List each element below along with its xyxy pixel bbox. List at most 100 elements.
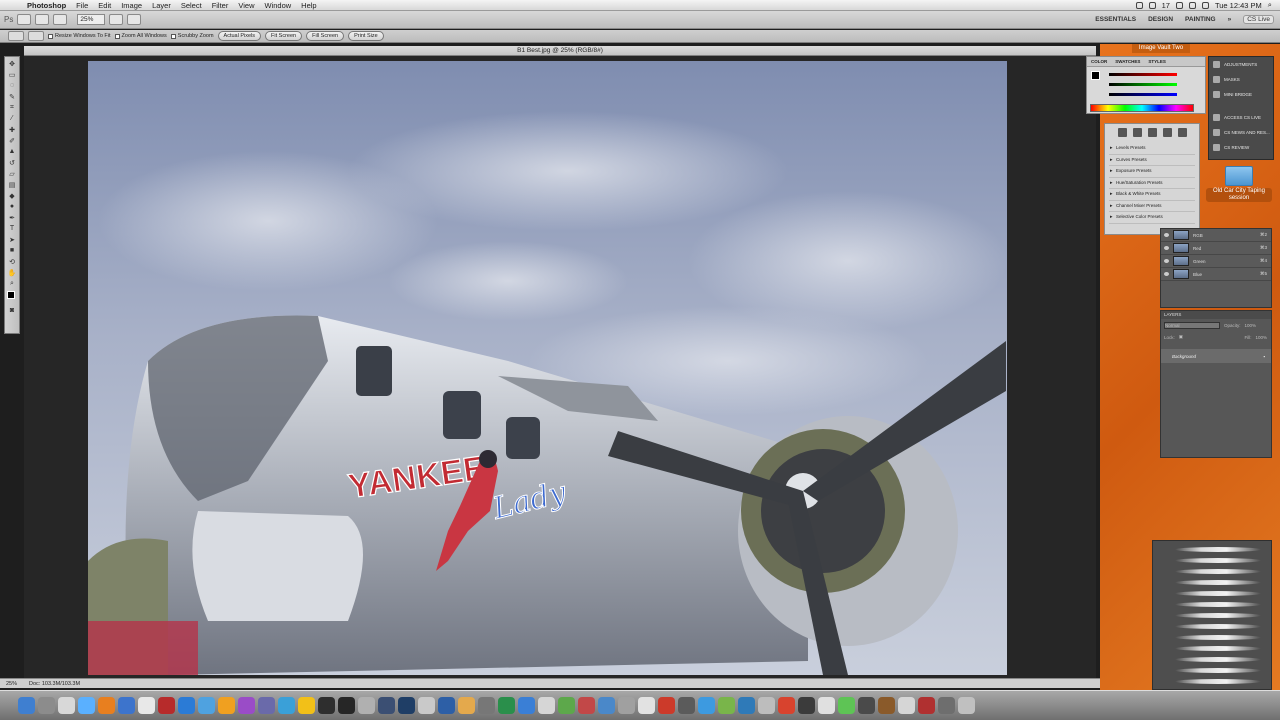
app-dock-icon[interactable] xyxy=(58,697,75,714)
history-brush-tool-icon[interactable]: ↺ xyxy=(6,158,18,167)
crop-tool-icon[interactable]: ⌗ xyxy=(6,103,18,112)
print-size-button[interactable]: Print Size xyxy=(348,31,384,41)
app-dock-icon[interactable] xyxy=(738,697,755,714)
calendar-date[interactable]: 17 xyxy=(1162,1,1170,10)
app-dock-icon[interactable] xyxy=(578,697,595,714)
premiere-dock-icon[interactable] xyxy=(238,697,255,714)
volume-icon[interactable] xyxy=(1188,1,1196,9)
red-slider[interactable] xyxy=(1109,73,1177,76)
preset-channel-mixer[interactable]: Channel Mixer Presets xyxy=(1109,201,1195,212)
3d-rotate-tool-icon[interactable]: ⟲ xyxy=(6,257,18,266)
channel-row-rgb[interactable]: RGB ⌘2 xyxy=(1161,229,1271,242)
fit-screen-button[interactable]: Fit Screen xyxy=(265,31,303,41)
system-prefs-dock-icon[interactable] xyxy=(758,697,775,714)
shape-tool-icon[interactable]: ■ xyxy=(6,246,18,255)
app-dock-icon[interactable] xyxy=(318,697,335,714)
brush-stroke-preview[interactable] xyxy=(1175,558,1261,563)
foreground-color-swatch[interactable] xyxy=(7,291,15,299)
photo-b17-bomber[interactable]: YANKEE Lady xyxy=(88,61,1007,675)
app-dock-icon[interactable] xyxy=(838,697,855,714)
preset-hue-saturation[interactable]: Hue/Saturation Presets xyxy=(1109,178,1195,189)
brush-tool-icon[interactable]: ✐ xyxy=(6,136,18,145)
app-dock-icon[interactable] xyxy=(438,697,455,714)
eye-icon[interactable] xyxy=(1164,272,1169,276)
app-dock-icon[interactable] xyxy=(818,697,835,714)
bluetooth-icon[interactable] xyxy=(1148,1,1156,9)
app-dock-icon[interactable] xyxy=(178,697,195,714)
app-dock-icon[interactable] xyxy=(278,697,295,714)
cs-live-button[interactable]: CS Live xyxy=(1243,15,1274,24)
app-dock-icon[interactable] xyxy=(918,697,935,714)
status-doc-size[interactable]: Doc: 103.3M/103.3M xyxy=(29,681,80,687)
panel-masks[interactable]: MASKS xyxy=(1209,72,1273,87)
actual-pixels-button[interactable]: Actual Pixels xyxy=(217,31,262,41)
resize-windows-checkbox[interactable]: Resize Windows To Fit xyxy=(48,33,111,39)
menu-help[interactable]: Help xyxy=(296,0,321,11)
menu-select[interactable]: Select xyxy=(176,0,207,11)
launch-minibridge-button[interactable] xyxy=(35,14,50,25)
menu-layer[interactable]: Layer xyxy=(147,0,176,11)
app-dock-icon[interactable] xyxy=(478,697,495,714)
blend-mode-select[interactable]: Normal xyxy=(1164,321,1220,329)
document-tab[interactable]: B1 Best.jpg @ 25% (RGB/8#) xyxy=(24,46,1096,56)
color-swatches[interactable] xyxy=(6,290,18,304)
app-dock-icon[interactable] xyxy=(558,697,575,714)
launch-bridge-button[interactable] xyxy=(17,14,32,25)
brush-stroke-preview[interactable] xyxy=(1175,646,1261,651)
fill-screen-button[interactable]: Fill Screen xyxy=(306,31,345,41)
eye-icon[interactable] xyxy=(1164,259,1169,263)
panel-cs-news[interactable]: CS NEWS AND RES... xyxy=(1209,125,1273,140)
desktop-window-title[interactable]: Image Vault Two xyxy=(1132,44,1190,53)
pen-tool-icon[interactable]: ✒ xyxy=(6,213,18,222)
quick-select-tool-icon[interactable]: ✎ xyxy=(6,92,18,101)
app-dock-icon[interactable] xyxy=(518,697,535,714)
preset-levels[interactable]: Levels Presets xyxy=(1109,143,1195,155)
app-dock-icon[interactable] xyxy=(218,697,235,714)
lock-icon[interactable]: ▣ xyxy=(1179,334,1183,340)
app-dock-icon[interactable] xyxy=(938,697,955,714)
channel-row-red[interactable]: Red ⌘3 xyxy=(1161,242,1271,255)
channel-row-blue[interactable]: Blue ⌘5 xyxy=(1161,268,1271,281)
scrubby-zoom-checkbox[interactable]: Scrubby Zoom xyxy=(170,33,214,39)
layer-row-background[interactable]: Background ▪ xyxy=(1161,349,1271,363)
app-dock-icon[interactable] xyxy=(638,697,655,714)
app-dock-icon[interactable] xyxy=(858,697,875,714)
tab-swatches[interactable]: SWATCHES xyxy=(1115,59,1140,64)
clone-stamp-tool-icon[interactable]: ▲ xyxy=(6,147,18,156)
app-dock-icon[interactable] xyxy=(878,697,895,714)
eye-icon[interactable] xyxy=(1164,246,1169,250)
menu-clock[interactable]: Tue 12:43 PM xyxy=(1215,1,1262,10)
app-dock-icon[interactable] xyxy=(338,697,355,714)
preset-selective-color[interactable]: Selective Color Presets xyxy=(1109,212,1195,224)
color-fg-swatch[interactable] xyxy=(1091,71,1100,80)
brush-stroke-preview[interactable] xyxy=(1175,547,1261,552)
lasso-tool-icon[interactable]: ◌ xyxy=(6,81,18,90)
preset-curves[interactable]: Curves Presets xyxy=(1109,155,1195,166)
app-dock-icon[interactable] xyxy=(258,697,275,714)
color-spectrum-ramp[interactable] xyxy=(1090,104,1194,112)
panel-mini-bridge[interactable]: MINI BRIDGE xyxy=(1209,87,1273,102)
brush-stroke-preview[interactable] xyxy=(1175,668,1261,673)
brush-stroke-preview[interactable] xyxy=(1175,657,1261,662)
preset-exposure[interactable]: Exposure Presets xyxy=(1109,166,1195,178)
layers-panel-title[interactable]: LAYERS xyxy=(1161,311,1271,319)
healing-brush-tool-icon[interactable]: ✚ xyxy=(6,125,18,134)
exposure-icon[interactable] xyxy=(1162,128,1172,137)
app-dock-icon[interactable] xyxy=(138,697,155,714)
menu-app-photoshop[interactable]: Photoshop xyxy=(22,0,71,11)
levels-icon[interactable] xyxy=(1132,128,1142,137)
finder-dock-icon[interactable] xyxy=(18,697,35,714)
tab-styles[interactable]: STYLES xyxy=(1148,59,1166,64)
brush-stroke-preview[interactable] xyxy=(1175,602,1261,607)
app-dock-icon[interactable] xyxy=(898,697,915,714)
trash-dock-icon[interactable] xyxy=(958,697,975,714)
panel-adjustments[interactable]: ADJUSTMENTS xyxy=(1209,57,1273,72)
app-dock-icon[interactable] xyxy=(678,697,695,714)
type-tool-icon[interactable]: T xyxy=(6,224,18,233)
app-dock-icon[interactable] xyxy=(298,697,315,714)
app-dock-icon[interactable] xyxy=(418,697,435,714)
app-dock-icon[interactable] xyxy=(658,697,675,714)
arrange-documents-button[interactable] xyxy=(109,14,124,25)
app-dock-icon[interactable] xyxy=(198,697,215,714)
opacity-value[interactable]: 100% xyxy=(1245,323,1257,328)
